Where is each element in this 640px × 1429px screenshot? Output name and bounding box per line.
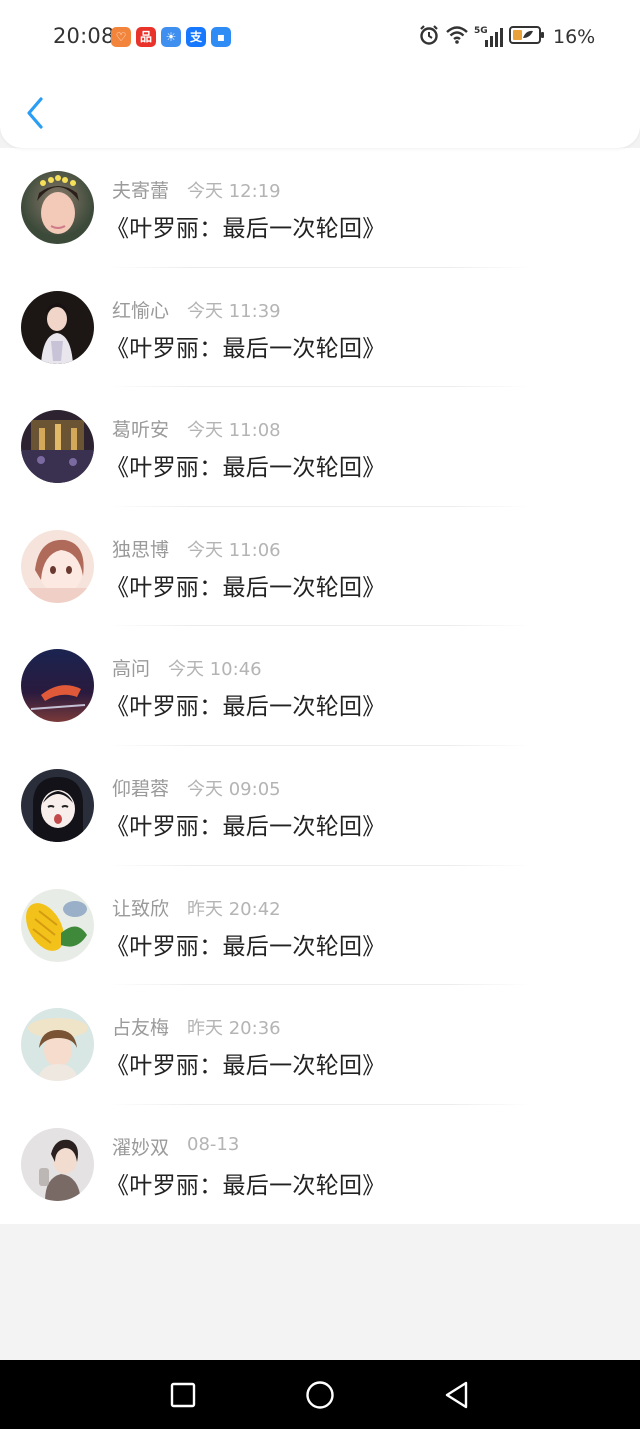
nav-back-button[interactable] <box>439 1378 473 1412</box>
alarm-icon <box>418 24 440 50</box>
message-text: 《叶罗丽：最后一次轮回》 <box>106 1172 386 1199</box>
sender-name: 让致欣 <box>112 897 170 920</box>
sender-name: 葛听安 <box>112 419 170 442</box>
message-time: 昨天 20:42 <box>187 898 281 920</box>
sender-name: 独思博 <box>112 538 170 561</box>
message-time: 今天 09:05 <box>187 778 281 800</box>
square-icon <box>170 1382 196 1408</box>
status-bar: 20:08 ♡ 品 ☀ 支 ▪ 5G 16% <box>0 0 640 75</box>
message-time: 今天 10:46 <box>168 659 262 681</box>
back-button[interactable] <box>20 93 50 133</box>
status-time: 20:08 <box>53 24 115 48</box>
message-text: 《叶罗丽：最后一次轮回》 <box>106 813 386 840</box>
message-time: 08-13 <box>187 1133 240 1155</box>
avatar[interactable] <box>21 171 94 244</box>
signal-icon: 5G <box>474 26 504 48</box>
sender-name: 濯妙双 <box>112 1136 170 1159</box>
sender-name: 夫寄蕾 <box>112 180 170 202</box>
message-time: 今天 12:19 <box>187 181 281 202</box>
avatar[interactable] <box>21 410 94 484</box>
recent-apps-button[interactable] <box>166 1378 200 1412</box>
message-text: 《叶罗丽：最后一次轮回》 <box>106 574 386 601</box>
avatar[interactable] <box>21 888 94 962</box>
avatar[interactable] <box>21 290 94 364</box>
chevron-left-icon <box>27 97 43 129</box>
message-time: 昨天 20:36 <box>187 1018 281 1040</box>
conversation-item[interactable]: 高问 今天 10:46 《叶罗丽：最后一次轮回》 <box>0 626 640 746</box>
notification-icons: ♡ 品 ☀ 支 ▪ <box>111 27 231 47</box>
conversation-item[interactable]: 让致欣 昨天 20:42 《叶罗丽：最后一次轮回》 <box>0 866 640 986</box>
message-time: 今天 11:06 <box>187 539 281 561</box>
circle-icon <box>306 1381 334 1409</box>
conversation-item[interactable]: 独思博 今天 11:06 《叶罗丽：最后一次轮回》 <box>0 507 640 627</box>
message-text: 《叶罗丽：最后一次轮回》 <box>106 933 386 960</box>
app-alipay-icon: 支 <box>186 27 206 47</box>
app-heart-icon: ♡ <box>111 27 131 47</box>
sender-name: 仰碧蓉 <box>112 777 170 800</box>
message-text: 《叶罗丽：最后一次轮回》 <box>106 335 386 362</box>
sender-name: 高问 <box>112 658 151 681</box>
conversation-item[interactable]: 仰碧蓉 今天 09:05 《叶罗丽：最后一次轮回》 <box>0 746 640 866</box>
message-text: 《叶罗丽：最后一次轮回》 <box>106 1053 386 1080</box>
conversation-item[interactable]: 夫寄蕾 今天 12:19 《叶罗丽：最后一次轮回》 <box>0 148 640 268</box>
avatar[interactable] <box>21 768 94 842</box>
avatar[interactable] <box>21 1127 94 1201</box>
avatar[interactable] <box>21 529 94 603</box>
home-button[interactable] <box>303 1378 337 1412</box>
top-bar: 20:08 ♡ 品 ☀ 支 ▪ 5G 16% <box>0 0 640 148</box>
app-weather-icon: ☀ <box>161 27 181 47</box>
sender-name: 红愉心 <box>112 299 170 322</box>
avatar[interactable] <box>21 1008 94 1082</box>
conversation-item[interactable]: 占友梅 昨天 20:36 《叶罗丽：最后一次轮回》 <box>0 985 640 1105</box>
sender-name: 占友梅 <box>112 1017 170 1040</box>
system-nav-bar <box>0 1360 640 1429</box>
app-blue-icon: ▪ <box>211 27 231 47</box>
message-text: 《叶罗丽：最后一次轮回》 <box>106 694 386 721</box>
app-red-icon: 品 <box>136 27 156 47</box>
triangle-back-icon <box>445 1381 468 1409</box>
message-time: 今天 11:08 <box>187 420 281 442</box>
conversation-item[interactable]: 濯妙双 08-13 《叶罗丽：最后一次轮回》 <box>0 1105 640 1225</box>
conversation-item[interactable]: 红愉心 今天 11:39 《叶罗丽：最后一次轮回》 <box>0 268 640 388</box>
message-text: 《叶罗丽：最后一次轮回》 <box>106 216 386 242</box>
wifi-icon <box>445 25 469 49</box>
avatar[interactable] <box>21 649 94 723</box>
message-text: 《叶罗丽：最后一次轮回》 <box>106 455 386 482</box>
system-icons: 5G 16% <box>418 24 595 50</box>
conversation-item[interactable]: 葛听安 今天 11:08 《叶罗丽：最后一次轮回》 <box>0 387 640 507</box>
battery-icon <box>509 25 545 49</box>
conversation-list: 夫寄蕾 今天 12:19 《叶罗丽：最后一次轮回》 红愉心 今天 11:39 《叶罗丽：最… <box>0 148 640 1224</box>
battery-percent: 16% <box>553 26 596 48</box>
message-time: 今天 11:39 <box>187 300 281 322</box>
